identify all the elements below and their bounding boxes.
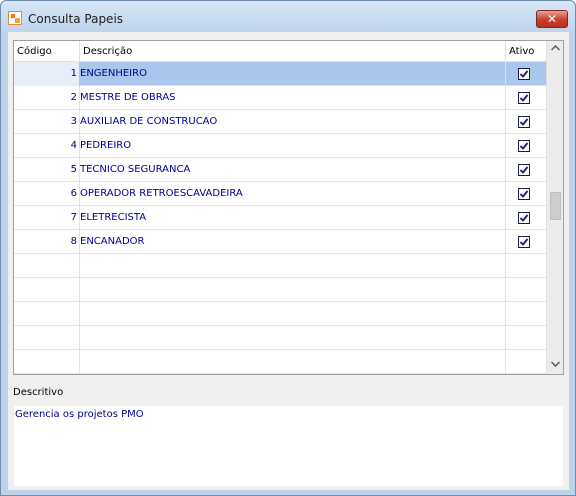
cell-descricao[interactable]: AUXILIAR DE CONSTRUCAO (80, 110, 506, 134)
cell-ativo[interactable] (506, 230, 546, 254)
empty-cell (80, 302, 506, 326)
cell-ativo[interactable] (506, 62, 546, 86)
close-button[interactable]: ✕ (536, 10, 568, 28)
cell-ativo[interactable] (506, 182, 546, 206)
empty-cell (506, 302, 546, 326)
cell-descricao[interactable]: OPERADOR RETROESCAVADEIRA (80, 182, 506, 206)
scrollbar-thumb[interactable] (550, 192, 561, 220)
column-header-codigo[interactable]: Código (14, 41, 80, 62)
cell-codigo[interactable]: 7 (14, 206, 80, 230)
empty-cell (80, 326, 506, 350)
empty-cell (80, 254, 506, 278)
grid-header: Código Descrição Ativo (14, 41, 546, 62)
cell-descricao[interactable]: MESTRE DE OBRAS (80, 86, 506, 110)
empty-cell (80, 350, 506, 374)
table-row[interactable]: 5 TECNICO SEGURANCA (14, 158, 546, 182)
ativo-checkbox[interactable] (518, 68, 530, 80)
empty-cell (506, 278, 546, 302)
cell-descricao[interactable]: ELETRECISTA (80, 206, 506, 230)
empty-cell (14, 278, 80, 302)
column-header-ativo[interactable]: Ativo (506, 41, 546, 62)
cell-descricao[interactable]: ENGENHEIRO (80, 62, 506, 86)
cell-codigo[interactable]: 2 (14, 86, 80, 110)
column-header-descricao[interactable]: Descrição (80, 41, 506, 62)
chevron-up-icon[interactable] (547, 41, 563, 58)
papeis-grid[interactable]: Código Descrição Ativo 1 ENGENHEIRO 2 MESTR… (13, 40, 564, 375)
ativo-checkbox[interactable] (518, 92, 530, 104)
cell-codigo[interactable]: 4 (14, 134, 80, 158)
ativo-checkbox[interactable] (518, 116, 530, 128)
consulta-papeis-window: Consulta Papeis ✕ Código Descrição Ativo… (0, 0, 576, 496)
ativo-checkbox[interactable] (518, 140, 530, 152)
chevron-down-icon[interactable] (547, 357, 563, 374)
app-icon (8, 11, 22, 25)
window-title: Consulta Papeis (28, 12, 124, 26)
ativo-checkbox[interactable] (518, 164, 530, 176)
table-row[interactable]: 8 ENCANADOR (14, 230, 546, 254)
cell-ativo[interactable] (506, 134, 546, 158)
empty-cell (506, 326, 546, 350)
descritivo-field[interactable]: Gerencia os projetos PMO (13, 405, 564, 487)
empty-cell (14, 350, 80, 374)
cell-descricao[interactable]: ENCANADOR (80, 230, 506, 254)
cell-ativo[interactable] (506, 158, 546, 182)
empty-table-row (14, 302, 546, 326)
vertical-scrollbar[interactable] (546, 41, 563, 374)
table-row[interactable]: 1 ENGENHEIRO (14, 62, 546, 86)
cell-descricao[interactable]: TECNICO SEGURANCA (80, 158, 506, 182)
cell-descricao[interactable]: PEDREIRO (80, 134, 506, 158)
empty-table-row (14, 254, 546, 278)
table-row[interactable]: 2 MESTRE DE OBRAS (14, 86, 546, 110)
cell-codigo[interactable]: 1 (14, 62, 80, 86)
cell-ativo[interactable] (506, 206, 546, 230)
ativo-checkbox[interactable] (518, 212, 530, 224)
cell-ativo[interactable] (506, 86, 546, 110)
empty-cell (506, 350, 546, 374)
ativo-checkbox[interactable] (518, 236, 530, 248)
cell-codigo[interactable]: 6 (14, 182, 80, 206)
empty-cell (14, 326, 80, 350)
empty-cell (80, 278, 506, 302)
empty-table-row (14, 278, 546, 302)
cell-ativo[interactable] (506, 110, 546, 134)
table-row[interactable]: 7 ELETRECISTA (14, 206, 546, 230)
table-row[interactable]: 4 PEDREIRO (14, 134, 546, 158)
empty-cell (14, 254, 80, 278)
cell-codigo[interactable]: 3 (14, 110, 80, 134)
empty-table-row (14, 350, 546, 374)
table-row[interactable]: 3 AUXILIAR DE CONSTRUCAO (14, 110, 546, 134)
descritivo-value: Gerencia os projetos PMO (15, 409, 144, 420)
client-area: Código Descrição Ativo 1 ENGENHEIRO 2 MESTR… (8, 32, 569, 490)
empty-cell (506, 254, 546, 278)
cell-codigo[interactable]: 5 (14, 158, 80, 182)
title-bar[interactable]: Consulta Papeis ✕ (1, 1, 575, 32)
empty-table-row (14, 326, 546, 350)
cell-codigo[interactable]: 8 (14, 230, 80, 254)
table-row[interactable]: 6 OPERADOR RETROESCAVADEIRA (14, 182, 546, 206)
descritivo-label: Descritivo (13, 387, 64, 398)
ativo-checkbox[interactable] (518, 188, 530, 200)
empty-cell (14, 302, 80, 326)
